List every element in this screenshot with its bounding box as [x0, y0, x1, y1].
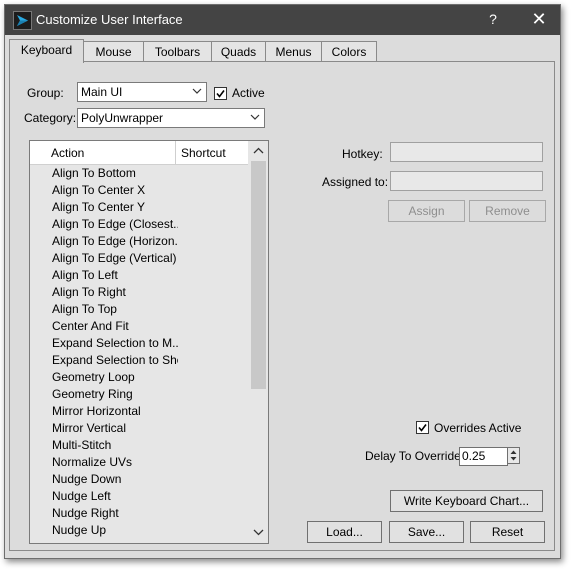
category-label: Category:	[24, 111, 77, 125]
list-item[interactable]: Mirror Vertical	[30, 420, 178, 437]
tab-mouse[interactable]: Mouse	[83, 41, 144, 62]
list-item[interactable]: Align To Bottom	[30, 165, 178, 182]
help-button[interactable]: ?	[483, 11, 503, 29]
list-item[interactable]: Align To Edge (Closest...	[30, 216, 178, 233]
list-item[interactable]: Align To Center Y	[30, 199, 178, 216]
list-item[interactable]: Align To Edge (Vertical)	[30, 250, 178, 267]
list-item[interactable]: Normalize UVs	[30, 454, 178, 471]
chevron-down-icon	[192, 88, 202, 94]
assigned-to-label: Assigned to:	[322, 175, 389, 189]
tab-keyboard[interactable]: Keyboard	[9, 39, 84, 63]
checkmark-icon	[418, 424, 427, 432]
title-bar[interactable]: Customize User Interface ? ✕	[5, 5, 560, 35]
tab-colors[interactable]: Colors	[321, 41, 377, 62]
list-item[interactable]: Align To Center X	[30, 182, 178, 199]
scrollbar-thumb[interactable]	[251, 161, 266, 389]
list-item[interactable]: Align To Left	[30, 267, 178, 284]
column-header-shortcut[interactable]: Shortcut	[181, 146, 226, 160]
write-keyboard-chart-button[interactable]: Write Keyboard Chart...	[390, 490, 543, 512]
delay-spinner-input[interactable]: 0.25	[459, 447, 508, 466]
tab-menus[interactable]: Menus	[265, 41, 322, 62]
checkmark-icon	[216, 90, 225, 98]
spinner-arrows-icon[interactable]	[507, 447, 520, 464]
list-item[interactable]: Align To Right	[30, 284, 178, 301]
tab-quads[interactable]: Quads	[211, 41, 266, 62]
list-item[interactable]: Expand Selection to Shell	[30, 352, 178, 369]
list-item[interactable]: Align To Top	[30, 301, 178, 318]
column-header-action[interactable]: Action	[51, 146, 84, 160]
scroll-up-icon[interactable]	[249, 144, 268, 161]
list-item[interactable]: Center And Fit	[30, 318, 178, 335]
list-item[interactable]: Multi-Stitch	[30, 437, 178, 454]
customize-ui-dialog: Customize User Interface ? ✕ Keyboard Mo…	[4, 4, 561, 559]
category-value: PolyUnwrapper	[81, 111, 164, 125]
load-button[interactable]: Load...	[307, 521, 382, 543]
chevron-down-icon	[250, 114, 260, 120]
overrides-active-label: Overrides Active	[434, 421, 522, 435]
delay-label: Delay To Override:	[365, 449, 465, 463]
overrides-active-checkbox[interactable]	[416, 421, 429, 434]
assign-button[interactable]: Assign	[388, 200, 465, 222]
save-button[interactable]: Save...	[389, 521, 464, 543]
tab-toolbars[interactable]: Toolbars	[143, 41, 212, 62]
list-item[interactable]: Expand Selection to M...	[30, 335, 178, 352]
list-rows: Align To Bottom Align To Center X Align To…	[30, 165, 248, 539]
active-label: Active	[232, 86, 265, 100]
hotkey-label: Hotkey:	[342, 147, 383, 161]
vertical-scrollbar[interactable]	[249, 141, 268, 543]
action-list[interactable]: Action Shortcut Align To Bottom Align To …	[29, 140, 269, 544]
app-logo-icon	[13, 11, 32, 30]
keyboard-panel: Group: Main UI Active Category: PolyUnwr…	[9, 61, 555, 551]
scroll-down-icon[interactable]	[249, 525, 268, 542]
list-item[interactable]: Nudge Right	[30, 505, 178, 522]
list-item[interactable]: Geometry Loop	[30, 369, 178, 386]
window-title: Customize User Interface	[36, 12, 183, 27]
assigned-to-field	[390, 171, 543, 191]
list-item[interactable]: Nudge Up	[30, 522, 178, 539]
list-item[interactable]: Nudge Left	[30, 488, 178, 505]
column-divider[interactable]	[175, 141, 176, 164]
list-item[interactable]: Nudge Down	[30, 471, 178, 488]
reset-button[interactable]: Reset	[470, 521, 545, 543]
hotkey-input[interactable]	[390, 142, 543, 162]
list-item[interactable]: Geometry Ring	[30, 386, 178, 403]
group-label: Group:	[27, 86, 64, 100]
group-dropdown[interactable]: Main UI	[77, 82, 207, 102]
list-item[interactable]: Mirror Horizontal	[30, 403, 178, 420]
active-checkbox[interactable]	[214, 87, 227, 100]
remove-button[interactable]: Remove	[469, 200, 546, 222]
close-button[interactable]: ✕	[527, 9, 551, 31]
category-dropdown[interactable]: PolyUnwrapper	[77, 108, 265, 128]
delay-value: 0.25	[462, 449, 486, 463]
list-header: Action Shortcut	[30, 141, 248, 165]
list-item[interactable]: Align To Edge (Horizon...	[30, 233, 178, 250]
group-value: Main UI	[81, 85, 123, 99]
